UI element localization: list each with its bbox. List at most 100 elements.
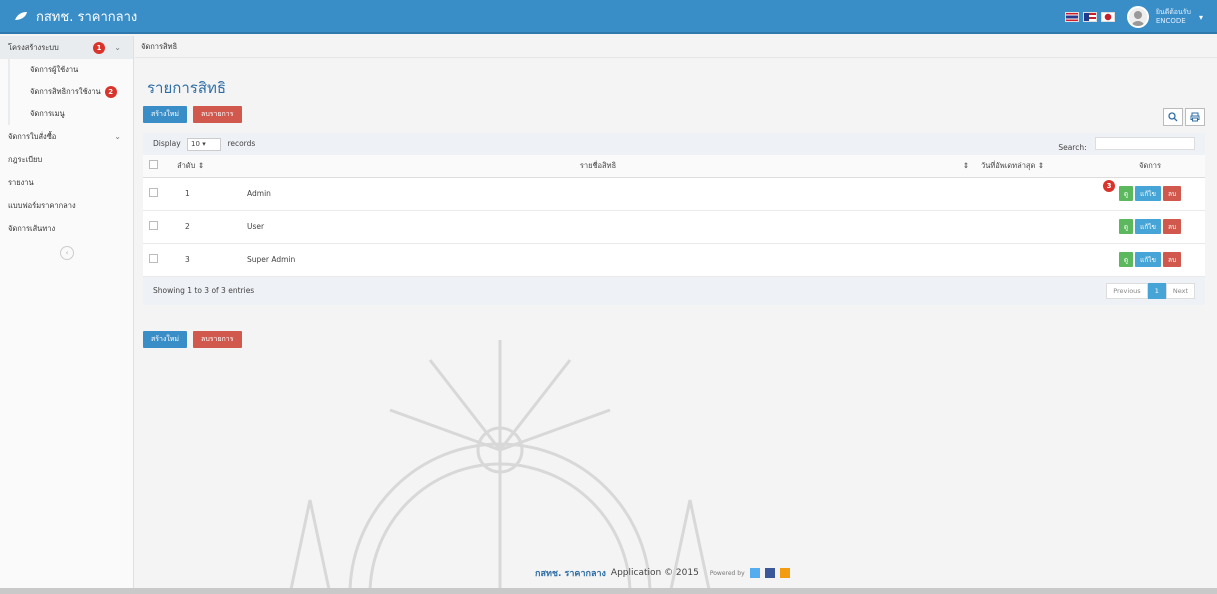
- sidebar-item-reports[interactable]: รายงาน: [0, 171, 133, 194]
- row-checkbox[interactable]: [149, 188, 158, 197]
- sidebar-item-label: จัดการผู้ใช้งาน: [30, 65, 79, 74]
- bottom-bar: [0, 588, 1217, 594]
- emblem-watermark-icon: [288, 340, 712, 594]
- breadcrumb: จัดการสิทธิ: [135, 36, 1217, 58]
- table-toolbar: Display 10 ▾ records Search:: [143, 133, 1205, 155]
- row-actions: 3 ดู แก้ไข ลบ: [1095, 177, 1205, 211]
- display-length-select[interactable]: 10 ▾: [187, 137, 222, 151]
- sidebar-item-label: จัดการใบสั่งซื้อ: [8, 131, 57, 141]
- row-updated: [975, 210, 1095, 244]
- create-button[interactable]: สร้างใหม่: [143, 106, 188, 123]
- sidebar-item-regulations[interactable]: กฎระเบียบ: [0, 148, 133, 171]
- pager-page-1[interactable]: 1: [1147, 282, 1166, 299]
- english-flag-icon[interactable]: [1082, 12, 1097, 22]
- row-name: User: [241, 210, 955, 244]
- column-header-name[interactable]: รายชื่อสิทธิ: [241, 155, 955, 178]
- row-delete-button[interactable]: ลบ: [1162, 252, 1182, 267]
- search-icon[interactable]: [1163, 108, 1183, 126]
- display-label: Display: [153, 138, 181, 148]
- step-marker: 3: [1103, 179, 1115, 192]
- avatar[interactable]: [1126, 6, 1149, 28]
- table-row: 1 Admin 3 ดู แก้ไข ลบ: [143, 177, 1205, 211]
- view-button[interactable]: ดู: [1118, 219, 1134, 234]
- sidebar-item-routes[interactable]: จัดการเส้นทาง: [0, 217, 133, 240]
- header-right: ยินดีต้อนรับ ENCODE ▾: [1064, 5, 1203, 29]
- pager-next[interactable]: Next: [1165, 282, 1195, 299]
- create-button[interactable]: สร้างใหม่: [143, 331, 188, 348]
- print-icon[interactable]: [1185, 108, 1205, 126]
- step-marker: 2: [104, 86, 117, 98]
- view-button[interactable]: ดู: [1118, 186, 1134, 201]
- page-footer: กสทช. ราคากลาง Application © 2015 Powere…: [535, 566, 790, 580]
- table-header-row: ลำดับ ⇕ รายชื่อสิทธิ ⇕ วันที่อัพเดทล่าสุ…: [143, 155, 1205, 178]
- user-sub: ENCODE: [1155, 17, 1186, 25]
- row-select: [143, 243, 171, 277]
- sidebar-item-label: โครงสร้างระบบ: [8, 42, 59, 52]
- page-title: รายการสิทธิ: [147, 79, 227, 97]
- user-name: ยินดีต้อนรับ: [1155, 8, 1191, 16]
- row-updated: [975, 243, 1095, 277]
- delete-button[interactable]: ลบรายการ: [193, 106, 242, 123]
- row-checkbox[interactable]: [149, 254, 158, 263]
- row-updated: [975, 177, 1095, 211]
- row-select: [143, 210, 171, 244]
- edit-button[interactable]: แก้ไข: [1135, 186, 1161, 201]
- breadcrumb-item[interactable]: จัดการสิทธิ: [141, 41, 177, 53]
- chevron-down-icon: ⌄: [114, 132, 121, 141]
- sidebar-item-label: จัดการเส้นทาง: [8, 223, 56, 233]
- select-all-checkbox[interactable]: [149, 160, 158, 170]
- tool-buttons: [1163, 108, 1205, 126]
- row-actions: ดู แก้ไข ลบ: [1095, 243, 1205, 277]
- twitter-icon[interactable]: [749, 568, 760, 578]
- sidebar-item-label: กฎระเบียบ: [8, 154, 43, 164]
- row-number: 1: [171, 177, 241, 211]
- rss-icon[interactable]: [779, 568, 790, 578]
- sidebar-item-purchase-orders[interactable]: จัดการใบสั่งซื้อ ⌄: [0, 125, 133, 148]
- row-number: 3: [171, 243, 241, 277]
- app-brand[interactable]: กสทช. ราคากลาง: [0, 6, 137, 27]
- row-empty: [955, 243, 975, 277]
- row-checkbox[interactable]: [149, 221, 158, 230]
- display-length: Display 10 ▾ records: [153, 137, 256, 151]
- column-header-manage: จัดการ: [1095, 155, 1205, 178]
- column-header-updated[interactable]: วันที่อัพเดทล่าสุด ⇕: [975, 155, 1095, 178]
- sidebar-collapse-icon[interactable]: ‹: [60, 246, 74, 260]
- chevron-down-icon[interactable]: ▾: [1199, 13, 1203, 22]
- row-delete-button[interactable]: ลบ: [1162, 219, 1182, 234]
- japanese-flag-icon[interactable]: [1100, 12, 1115, 22]
- sidebar-item-manage-users[interactable]: จัดการผู้ใช้งาน: [8, 59, 133, 81]
- footer-powered: Powered by: [709, 569, 745, 577]
- pager-previous[interactable]: Previous: [1106, 282, 1148, 299]
- records-label: records: [227, 138, 256, 148]
- sidebar-item-manage-menu[interactable]: จัดการเมนู: [8, 103, 133, 125]
- showing-entries: Showing 1 to 3 of 3 entries: [153, 286, 255, 295]
- sidebar-item-system-structure[interactable]: โครงสร้างระบบ 1 ⌄: [0, 36, 133, 59]
- sidebar-item-label: รายงาน: [8, 177, 34, 187]
- row-select: [143, 177, 171, 211]
- top-actions: สร้างใหม่ ลบรายการ: [143, 106, 242, 123]
- row-name: Super Admin: [241, 243, 955, 277]
- sidebar: โครงสร้างระบบ 1 ⌄ จัดการผู้ใช้งาน จัดการ…: [0, 36, 134, 594]
- search-input[interactable]: [1095, 136, 1195, 150]
- data-table: ลำดับ ⇕ รายชื่อสิทธิ ⇕ วันที่อัพเดทล่าสุ…: [143, 155, 1205, 277]
- thai-flag-icon[interactable]: [1064, 12, 1079, 22]
- footer-text: Application © 2015: [610, 568, 699, 578]
- column-header-sort[interactable]: ⇕: [955, 155, 975, 178]
- row-empty: [955, 177, 975, 211]
- column-header-order[interactable]: ลำดับ ⇕: [171, 155, 241, 178]
- user-info[interactable]: ยินดีต้อนรับ ENCODE: [1156, 8, 1191, 26]
- pagination: Previous 1 Next: [1106, 282, 1195, 299]
- display-length-value: 10: [191, 139, 200, 148]
- facebook-icon[interactable]: [764, 568, 775, 578]
- sidebar-item-price-forms[interactable]: แบบฟอร์มราคากลาง: [0, 194, 133, 217]
- view-button[interactable]: ดู: [1118, 252, 1134, 267]
- sidebar-item-label: แบบฟอร์มราคากลาง: [8, 200, 76, 210]
- edit-button[interactable]: แก้ไข: [1135, 252, 1161, 267]
- row-delete-button[interactable]: ลบ: [1162, 186, 1182, 201]
- edit-button[interactable]: แก้ไข: [1135, 219, 1161, 234]
- sidebar-item-manage-permissions[interactable]: จัดการสิทธิการใช้งาน 2: [8, 81, 133, 103]
- table-row: 2 User ดู แก้ไข ลบ: [143, 210, 1205, 244]
- step-marker: 1: [93, 41, 105, 54]
- app-title: กสทช. ราคากลาง: [36, 9, 138, 25]
- sidebar-item-label: จัดการเมนู: [30, 109, 65, 118]
